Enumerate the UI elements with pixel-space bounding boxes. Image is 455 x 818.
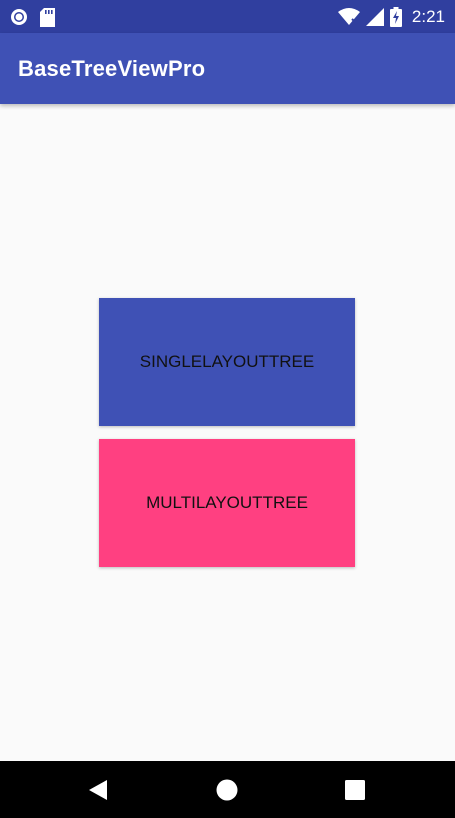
single-layout-tree-label: SINGLELAYOUTTREE [139,352,315,371]
app-title: BaseTreeViewPro [18,56,206,81]
status-time: 2:21 [411,7,445,26]
navigation-bar [0,761,455,818]
status-bar: 2:21 [0,0,455,33]
sd-card-icon [40,7,55,27]
content-area: SINGLELAYOUTTREE MULTILAYOUTTREE [0,104,455,761]
wifi-icon [337,8,360,26]
back-button[interactable] [68,761,128,818]
recents-icon [345,779,365,800]
battery-charging-icon [389,7,402,27]
signal-icon [365,8,384,26]
multi-layout-tree-label: MULTILAYOUTTREE [146,493,308,512]
home-button[interactable] [197,761,257,818]
multi-layout-tree-button[interactable]: MULTILAYOUTTREE [99,439,355,567]
screen: 2:21 BaseTreeViewPro SINGLELAYOUTTREE MU… [0,0,455,818]
home-icon [216,779,238,801]
circle-notification-icon [10,8,28,26]
status-right-icons: 2:21 [337,6,445,28]
recents-button[interactable] [325,761,385,818]
status-left-icons [10,7,55,27]
app-bar: BaseTreeViewPro [0,33,455,104]
single-layout-tree-button[interactable]: SINGLELAYOUTTREE [99,298,355,426]
back-icon [89,779,107,800]
